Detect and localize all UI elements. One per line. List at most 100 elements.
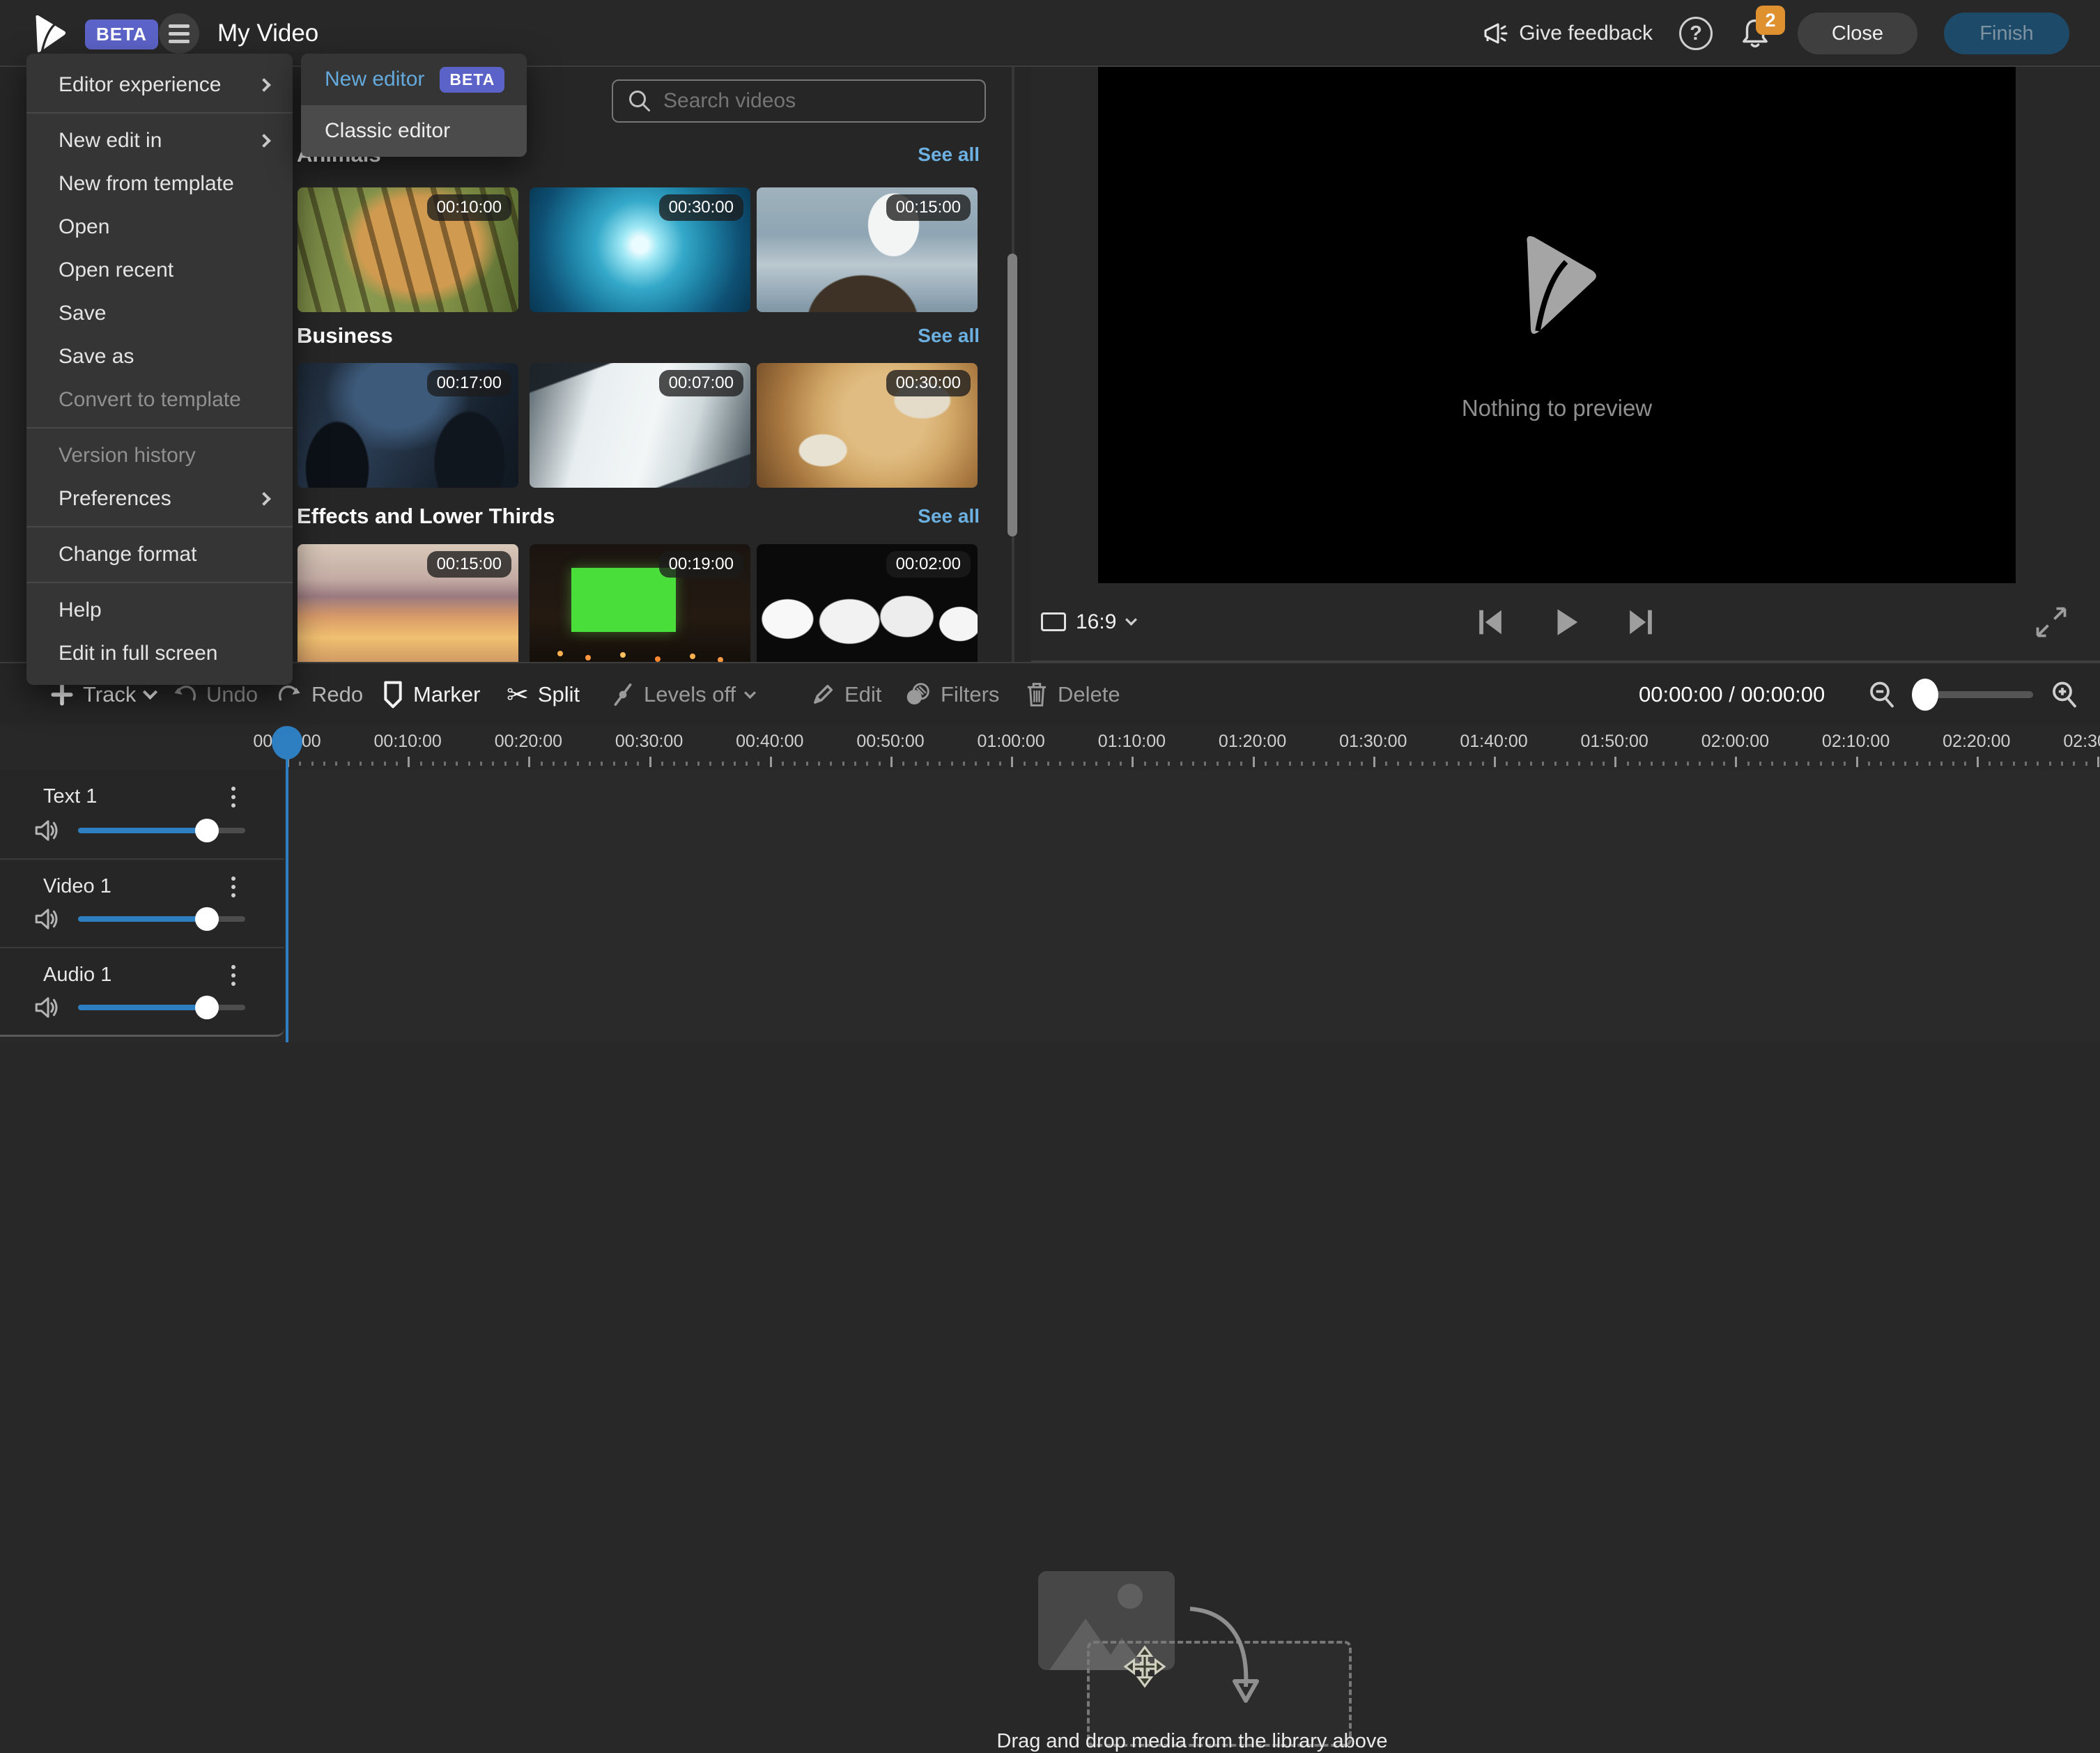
- track-name: Text 1: [43, 785, 97, 808]
- section-title-effects: Effects and Lower Thirds: [297, 504, 555, 529]
- video-thumbnail-green-screen[interactable]: 00:19:00: [530, 544, 750, 662]
- timeline-zoom-slider[interactable]: [1913, 691, 2033, 698]
- notifications-button[interactable]: 2: [1739, 15, 1771, 52]
- menu-item-help[interactable]: Help: [26, 589, 293, 632]
- give-feedback-button[interactable]: Give feedback: [1481, 20, 1653, 47]
- chevron-right-icon: [257, 492, 271, 506]
- levels-button[interactable]: Levels off: [611, 663, 755, 726]
- duration-badge: 00:17:00: [427, 370, 511, 396]
- menu-item-preferences[interactable]: Preferences: [26, 477, 293, 520]
- zoom-out-icon[interactable]: [1867, 680, 1897, 709]
- zoom-slider-thumb[interactable]: [1912, 679, 1938, 711]
- file-menu-dropdown: Editor experience New edit in New from t…: [26, 54, 293, 685]
- menu-item-open-recent[interactable]: Open recent: [26, 249, 293, 292]
- speaker-icon: [33, 995, 63, 1020]
- section-title-business: Business: [297, 323, 393, 348]
- see-all-effects-link[interactable]: See all: [918, 505, 980, 527]
- delete-button[interactable]: Delete: [1025, 663, 1120, 726]
- menu-item-edit-in-full-screen[interactable]: Edit in full screen: [26, 632, 293, 675]
- see-all-business-link[interactable]: See all: [918, 325, 980, 347]
- video-thumbnail-tiger[interactable]: 00:10:00: [298, 187, 518, 312]
- ruler-label: 00:20:00: [495, 732, 562, 752]
- timeline-ruler[interactable]: 00:00:0000:10:0000:20:0000:30:0000:40:00…: [0, 725, 2100, 770]
- finish-button[interactable]: Finish: [1944, 13, 2069, 54]
- help-icon[interactable]: ?: [1679, 17, 1713, 50]
- ruler-label: 01:30:00: [1339, 732, 1407, 752]
- menu-item-open[interactable]: Open: [26, 206, 293, 249]
- video-thumbnail-bald-eagle[interactable]: 00:15:00: [757, 187, 978, 312]
- menu-item-convert-to-template: Convert to template: [26, 378, 293, 422]
- menu-item-editor-experience[interactable]: Editor experience: [26, 63, 293, 107]
- menu-item-save[interactable]: Save: [26, 292, 293, 335]
- aspect-ratio-selector[interactable]: 16:9: [1041, 583, 1136, 661]
- ruler-label: 01:20:00: [1219, 732, 1286, 752]
- duration-badge: 00:30:00: [886, 370, 971, 396]
- fullscreen-expand-icon[interactable]: [2035, 605, 2068, 639]
- chevron-down-icon: [1125, 614, 1137, 626]
- volume-slider-thumb[interactable]: [195, 819, 219, 842]
- marker-button[interactable]: Marker: [382, 663, 480, 726]
- submenu-item-classic-editor[interactable]: Classic editor: [301, 105, 527, 157]
- search-icon: [627, 88, 652, 114]
- redo-icon: [277, 682, 302, 707]
- track-name: Audio 1: [43, 964, 111, 987]
- beta-badge: BETA: [440, 67, 504, 93]
- menu-divider: [26, 582, 293, 583]
- ruler-label: 01:10:00: [1098, 732, 1166, 752]
- chevron-right-icon: [257, 134, 271, 148]
- dropzone-hint-text: Drag and drop media from the library abo…: [997, 1730, 1388, 1753]
- duration-badge: 00:30:00: [659, 194, 743, 221]
- track-row-video1: Video 1: [0, 858, 284, 947]
- menu-divider: [26, 427, 293, 428]
- chevron-down-icon: [143, 684, 157, 699]
- see-all-animals-link[interactable]: See all: [918, 144, 980, 166]
- ruler-label: 00:30:00: [615, 732, 683, 752]
- volume-slider[interactable]: [78, 916, 245, 922]
- filters-icon: [904, 681, 932, 709]
- preview-canvas: Nothing to preview: [1098, 67, 2016, 583]
- main-menu-button[interactable]: [159, 13, 199, 54]
- library-scrollbar-thumb[interactable]: [1007, 254, 1017, 536]
- zoom-in-icon[interactable]: [2050, 680, 2079, 709]
- volume-slider-thumb[interactable]: [195, 907, 219, 931]
- skip-to-start-button[interactable]: [1474, 606, 1506, 638]
- volume-slider[interactable]: [78, 828, 245, 833]
- track-name: Video 1: [43, 875, 111, 898]
- video-thumbnail-handshake[interactable]: 00:07:00: [530, 363, 750, 488]
- preview-area: Nothing to preview 16:9: [1031, 67, 2100, 662]
- duration-badge: 00:15:00: [886, 194, 971, 221]
- edit-button[interactable]: Edit: [810, 663, 881, 726]
- skip-to-end-button[interactable]: [1625, 606, 1657, 638]
- video-thumbnail-ink-reveal[interactable]: 00:02:00: [757, 544, 978, 662]
- menu-item-save-as[interactable]: Save as: [26, 335, 293, 378]
- timeline-content[interactable]: Drag and drop media from the library abo…: [0, 770, 2100, 1042]
- search-videos-input[interactable]: [652, 89, 985, 113]
- drop-arrow-icon: [1184, 1600, 1268, 1705]
- filters-button[interactable]: Filters: [904, 663, 999, 726]
- menu-item-version-history: Version history: [26, 434, 293, 477]
- beta-badge: BETA: [85, 20, 158, 49]
- ruler-label: 01:40:00: [1460, 732, 1527, 752]
- ruler-label: 00:40:00: [736, 732, 803, 752]
- search-videos-box: [612, 79, 986, 123]
- submenu-item-new-editor[interactable]: New editor BETA: [301, 54, 527, 105]
- menu-item-new-from-template[interactable]: New from template: [26, 162, 293, 206]
- track-row-audio1: Audio 1: [0, 947, 284, 1035]
- video-thumbnail-desk-work[interactable]: 00:30:00: [757, 363, 978, 488]
- close-button[interactable]: Close: [1798, 13, 1917, 54]
- volume-slider-thumb[interactable]: [195, 996, 219, 1019]
- video-thumbnail-film-burn[interactable]: 00:15:00: [298, 544, 518, 662]
- play-button[interactable]: [1550, 606, 1582, 638]
- track-options-kebab-icon[interactable]: [223, 787, 244, 819]
- menu-item-new-edit-in[interactable]: New edit in: [26, 119, 293, 162]
- video-thumbnail-fish-school[interactable]: 00:30:00: [530, 187, 750, 312]
- track-row-text1: Text 1: [0, 770, 284, 858]
- track-options-kebab-icon[interactable]: [223, 965, 244, 997]
- screenpal-logo-icon: [31, 14, 68, 53]
- menu-item-change-format[interactable]: Change format: [26, 533, 293, 576]
- video-thumbnail-meeting[interactable]: 00:17:00: [298, 363, 518, 488]
- split-button[interactable]: ✂ Split: [507, 663, 580, 726]
- volume-slider[interactable]: [78, 1005, 245, 1010]
- scissors-icon: ✂: [507, 679, 529, 711]
- track-options-kebab-icon[interactable]: [223, 877, 244, 909]
